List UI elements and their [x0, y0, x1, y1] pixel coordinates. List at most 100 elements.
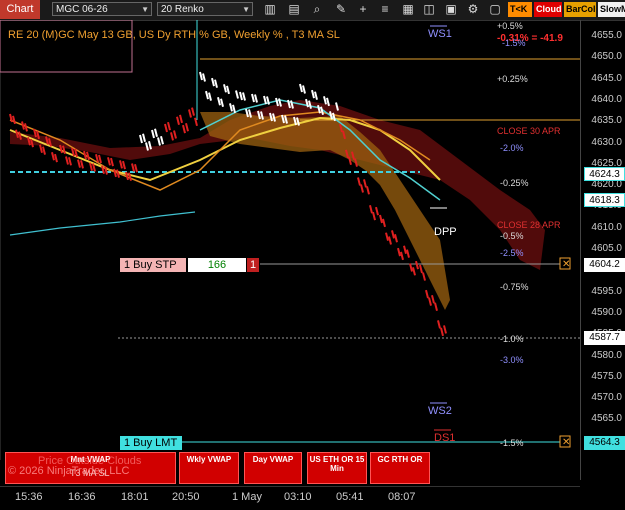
renko-brick [77, 159, 81, 168]
renko-brick [125, 171, 129, 181]
close-order-icon[interactable]: ✕ [559, 257, 571, 270]
renko-brick [397, 247, 401, 257]
buy-stp-count[interactable]: 1 [247, 258, 259, 272]
renko-brick [24, 123, 28, 132]
renko-brick [80, 160, 84, 169]
close-order-icon[interactable]: ✕ [559, 435, 571, 448]
renko-brick [391, 230, 395, 239]
zoom-icon[interactable]: ⌕ [309, 2, 325, 17]
renko-brick [89, 162, 93, 171]
pct-m075: -0.75% [500, 282, 529, 292]
ws2-label: WS2 [428, 405, 452, 417]
time-tick: 05:41 [336, 491, 364, 503]
bar-type-label: 20 Renko [161, 4, 204, 15]
crosshair-icon[interactable]: + [355, 2, 371, 17]
pct-minus15-top: -1.5% [502, 38, 526, 48]
strategy-icon[interactable]: ◫ [421, 2, 437, 17]
pct-m15: -1.5% [500, 438, 524, 448]
price-tick: 4580.0 [591, 349, 622, 361]
renko-brick [21, 121, 25, 130]
renko-brick [131, 163, 135, 172]
barcol-button[interactable]: BarCol [564, 2, 596, 17]
pct-top-label: +0.5% [497, 21, 523, 31]
renko-brick [360, 184, 364, 193]
price-box-4624: 4624.3 [584, 167, 625, 181]
screenshot-icon[interactable]: ▢ [487, 2, 503, 17]
time-tick: 16:36 [68, 491, 96, 503]
price-box-4587: 4587.7 [584, 331, 625, 345]
price-tick: 4575.0 [591, 370, 622, 382]
day-vwap-button[interactable]: Day VWAP [244, 452, 302, 484]
price-tick: 4565.0 [591, 413, 622, 425]
us-eth-or-button[interactable]: US ETH OR 15 Min [307, 452, 367, 484]
renko-brick [107, 157, 111, 166]
renko-brick [205, 90, 209, 100]
renko-brick [443, 325, 447, 334]
cloud-button[interactable]: Cloud [534, 2, 562, 17]
renko-brick [68, 157, 72, 166]
renko-brick [54, 153, 58, 163]
renko-brick [422, 272, 426, 281]
renko-brick [179, 114, 183, 124]
price-tick: 4605.0 [591, 243, 622, 254]
renko-brick [415, 260, 419, 270]
instrument-label: MGC 06-26 [56, 4, 108, 15]
bar-type-selector[interactable]: 20 Renko ▼ [157, 2, 253, 16]
price-axis[interactable]: 4655.0 4650.0 4645.0 4640.0 4635.0 4630.0 4625… [580, 20, 625, 480]
chevron-down-icon: ▼ [242, 5, 250, 14]
renko-brick [254, 94, 258, 103]
pct-p025: +0.25% [497, 74, 528, 84]
price-chart[interactable]: RE 20 (M)GC May 13 GB, US Dy RTH % GB, W… [0, 20, 625, 509]
vwap-cyan-line [9, 211, 196, 236]
renko-brick [379, 214, 383, 224]
renko-brick [98, 154, 102, 164]
chevron-down-icon: ▼ [141, 5, 149, 14]
gc-rth-or-button[interactable]: GC RTH OR [370, 452, 430, 484]
properties-icon[interactable]: ▣ [443, 2, 459, 17]
instrument-selector[interactable]: MGC 06-26 ▼ [52, 2, 152, 16]
renko-brick [235, 90, 239, 99]
renko-brick [302, 85, 306, 94]
renko-brick [51, 152, 55, 161]
indicator-icon[interactable]: ⚙ [465, 2, 481, 17]
price-tick: 4650.0 [591, 51, 622, 63]
renko-brick [119, 160, 123, 169]
time-tick: 20:50 [172, 491, 200, 503]
grid-icon[interactable]: ▦ [400, 2, 416, 17]
pencil-icon[interactable]: ✎ [333, 2, 349, 17]
renko-brick [372, 211, 376, 221]
buy-stp-tag[interactable]: 1 Buy STP [120, 258, 186, 272]
renko-brick [154, 128, 158, 137]
renko-brick [403, 245, 407, 255]
price-box-4564: 4564.3 [584, 436, 625, 450]
chart-toolbar: Chart MGC 06-26 ▼ 20 Renko ▼ ▥ ▤ ⌕ ✎ + ≡… [0, 0, 625, 21]
tk-button[interactable]: T<K [508, 2, 532, 17]
renko-brick [263, 95, 267, 105]
renko-brick [251, 93, 255, 103]
renko-brick [42, 146, 46, 155]
renko-brick [199, 71, 203, 81]
renko-brick [208, 92, 212, 101]
renko-brick [83, 150, 87, 160]
time-axis[interactable]: 15:36 16:36 18:01 20:50 1 May 03:10 05:41 08:07 [0, 486, 580, 510]
renko-brick [134, 163, 138, 173]
template-icon[interactable]: ▤ [286, 2, 302, 17]
pct-m20: -2.0% [500, 143, 524, 153]
renko-brick [185, 123, 189, 132]
chart-tab[interactable]: Chart [0, 0, 40, 19]
svg-text:✕: ✕ [562, 437, 570, 448]
list-icon[interactable]: ≡ [377, 2, 393, 17]
buy-stp-qty[interactable]: 166 [188, 258, 246, 272]
renko-brick [164, 123, 168, 133]
pct-m25: -2.5% [500, 248, 524, 258]
ds1-label: DS1 [434, 432, 455, 444]
renko-brick [431, 294, 435, 304]
renko-brick [220, 98, 224, 108]
ws1-label: WS1 [428, 28, 452, 40]
wkly-vwap-button[interactable]: Wkly VWAP [179, 452, 239, 484]
buy-lmt-tag[interactable]: 1 Buy LMT [120, 436, 182, 450]
bar-chart-icon[interactable]: ▥ [262, 2, 278, 17]
renko-brick [440, 327, 444, 337]
renko-brick [369, 204, 373, 214]
slowm-button[interactable]: SlowM [598, 2, 625, 17]
